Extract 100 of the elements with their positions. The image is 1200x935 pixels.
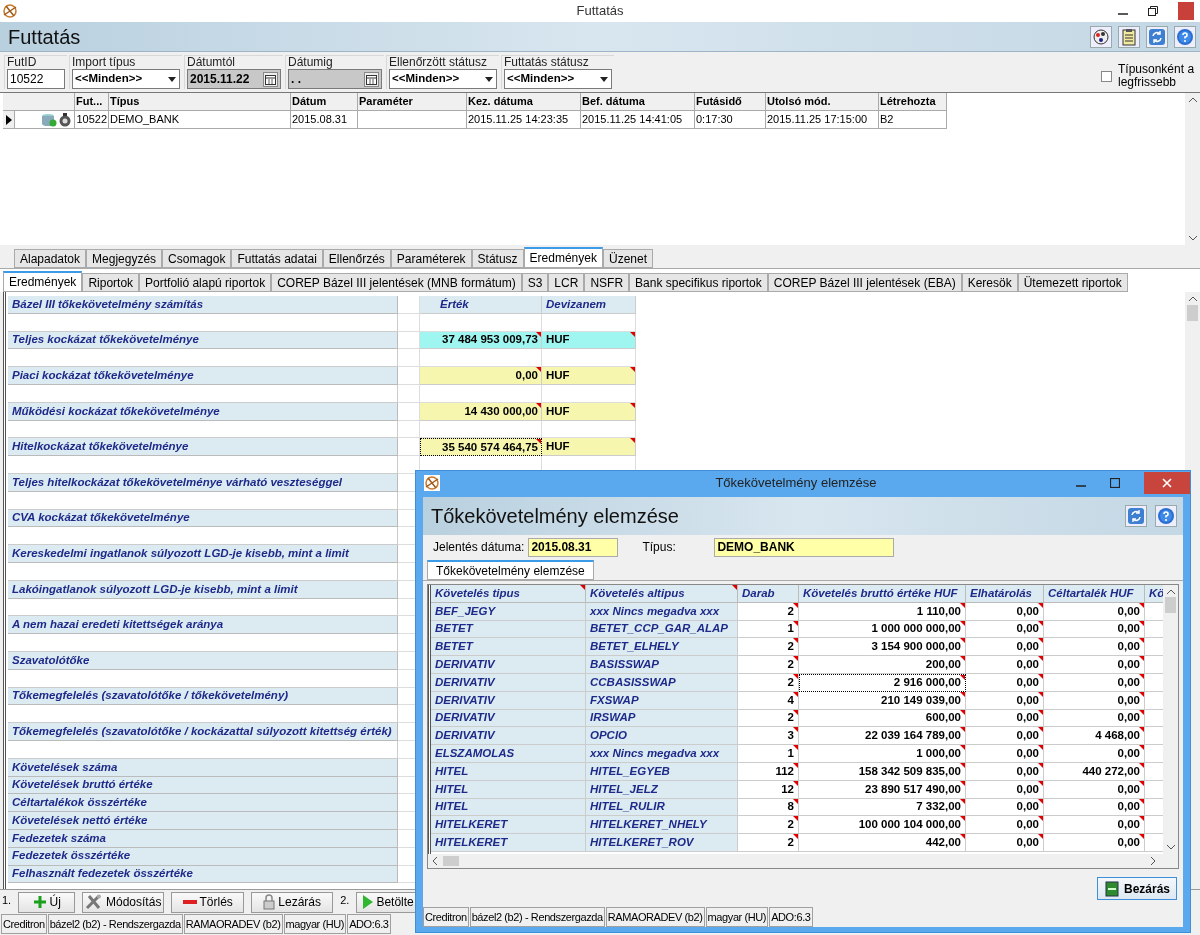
table-cell: BETET (431, 638, 586, 657)
scrollbar[interactable] (428, 854, 1178, 868)
table-cell: 442,00 (799, 834, 966, 852)
column-header[interactable]: Bef. dátuma (581, 93, 695, 111)
restore-icon[interactable] (1148, 6, 1158, 16)
scrollbar[interactable] (1163, 585, 1178, 854)
column-header[interactable]: Követelés tipus (431, 585, 586, 603)
help-button[interactable] (1174, 25, 1196, 48)
clipboard-button[interactable] (1118, 25, 1140, 48)
tab[interactable]: Alapadatok (14, 249, 87, 268)
column-header[interactable]: Típus (109, 93, 291, 111)
toolbar-button[interactable]: Lezárás (251, 891, 334, 913)
scroll-up-icon[interactable] (1188, 296, 1197, 301)
palette-icon (1092, 27, 1110, 46)
column-header[interactable]: Paraméter (358, 93, 467, 111)
close-dialog-button[interactable]: Bezárás (1096, 877, 1177, 900)
help-button[interactable] (1155, 505, 1177, 527)
scroll-thumb[interactable] (443, 856, 459, 866)
column-header[interactable]: Elhatárolás (966, 585, 1044, 603)
tab[interactable]: Keresök (961, 273, 1018, 292)
play-icon (363, 895, 374, 909)
table-cell: 22 039 164 789,00 (799, 727, 966, 746)
row-label: Hitelkockázat tőkekövetelménye (8, 438, 398, 457)
column-header[interactable]: Kez. dátuma (467, 93, 581, 111)
close-button[interactable] (1144, 471, 1190, 494)
input-field[interactable]: DEMO_BANK (714, 537, 895, 557)
window-title: Tőkekövetelmény elemzése (714, 473, 878, 492)
scroll-thumb[interactable] (1187, 305, 1198, 321)
palette-button[interactable] (1090, 25, 1112, 48)
tab[interactable]: Üzenet (602, 249, 653, 268)
step-number: 1. (2, 893, 12, 908)
dropdown[interactable]: <<Minden>> (389, 69, 497, 89)
tab[interactable]: Riportok (82, 273, 140, 292)
column-header[interactable]: Fut... (75, 93, 109, 111)
column-header[interactable]: Követelés bruttó értéke HUF (799, 585, 966, 603)
tab[interactable]: Tőkekövetelmény elemzése (427, 560, 594, 580)
tab[interactable]: Portfolió alapú riportok (139, 273, 272, 292)
dropdown-arrow-icon[interactable] (168, 76, 176, 82)
tab[interactable]: Ellenőrzés (322, 249, 391, 268)
tab[interactable]: Eredmények (523, 247, 603, 268)
tab[interactable]: COREP Bázel III jelentések (MNB formátum) (271, 273, 522, 292)
date-field[interactable]: . . (288, 69, 382, 89)
close-icon (1162, 477, 1172, 488)
scroll-up-icon[interactable] (1188, 97, 1197, 102)
refresh-button[interactable] (1125, 505, 1147, 527)
table-cell: 0,00 (1044, 745, 1145, 763)
tab[interactable]: Bank specifikus riportok (629, 273, 768, 292)
date-field[interactable]: 2015.11.22 (187, 69, 281, 89)
column-header[interactable]: Létrehozta (879, 93, 947, 111)
calendar-icon[interactable] (364, 71, 379, 87)
value-cell: 0,00 (420, 367, 542, 385)
tab[interactable]: Megjegyzés (86, 249, 163, 268)
scroll-right-icon[interactable] (1151, 857, 1156, 865)
toolbar-button[interactable]: Új (18, 891, 76, 913)
tab[interactable]: Eredmények (3, 271, 83, 292)
checkbox[interactable] (1101, 71, 1112, 82)
tab[interactable]: NSFR (584, 273, 630, 292)
column-header[interactable]: Darab (738, 585, 799, 603)
scrollbar[interactable] (1185, 93, 1200, 245)
column-header[interactable]: Követelés altipus (586, 585, 738, 603)
table-cell: 10522 (75, 111, 109, 129)
empty-cell (398, 385, 420, 403)
dropdown-arrow-icon[interactable] (600, 76, 608, 82)
column-header[interactable]: Dátum (291, 93, 358, 111)
column-header[interactable]: Utolsó mód. (766, 93, 879, 111)
toolbar-button[interactable]: Törlés (171, 891, 245, 913)
input-field[interactable]: 2015.08.31 (528, 537, 619, 557)
dropdown-arrow-icon[interactable] (485, 76, 493, 82)
scroll-down-icon[interactable] (1166, 845, 1175, 850)
dropdown[interactable]: <<Minden>> (504, 69, 612, 89)
tab[interactable]: Paraméterek (390, 249, 472, 268)
maximize-icon[interactable] (1110, 477, 1120, 488)
status-bar-field: ADO:6.3 (347, 914, 391, 934)
tab[interactable]: LCR (548, 273, 585, 292)
dropdown[interactable]: <<Minden>> (72, 69, 180, 89)
toolbar-button[interactable]: Módosítás (82, 891, 165, 913)
tab[interactable]: Ütemezett riportok (1017, 273, 1128, 292)
tab[interactable]: Státusz (471, 249, 524, 268)
column-header[interactable]: Céltartalék HUF (1044, 585, 1145, 603)
help-icon (1176, 27, 1194, 46)
refresh-icon (1127, 507, 1145, 525)
scroll-down-icon[interactable] (1188, 236, 1197, 241)
scroll-left-icon[interactable] (432, 857, 437, 865)
tab[interactable]: Csomagok (162, 249, 232, 268)
refresh-button[interactable] (1146, 25, 1168, 48)
input-field[interactable]: 10522 (7, 69, 65, 89)
row-label: Céltartalékok összértéke (8, 794, 398, 813)
tab[interactable]: S3 (521, 273, 549, 292)
row-selector[interactable] (3, 111, 15, 129)
scroll-thumb[interactable] (1165, 597, 1176, 613)
tab[interactable]: Futtatás adatai (231, 249, 323, 268)
column-header[interactable]: Futásidő (695, 93, 766, 111)
status-bar-field: magyar (HU) (283, 914, 347, 934)
scroll-up-icon[interactable] (1166, 589, 1175, 594)
table-cell: BETET_ELHELY (586, 638, 738, 657)
table-cell: 4 468,00 (1044, 727, 1145, 746)
filter-label: Dátumig (288, 56, 334, 69)
tab[interactable]: COREP Bázel III jelentések (EBA) (767, 273, 962, 292)
row-label: A nem hazai eredeti kitettségek aránya (8, 616, 398, 635)
calendar-icon[interactable] (263, 71, 278, 87)
